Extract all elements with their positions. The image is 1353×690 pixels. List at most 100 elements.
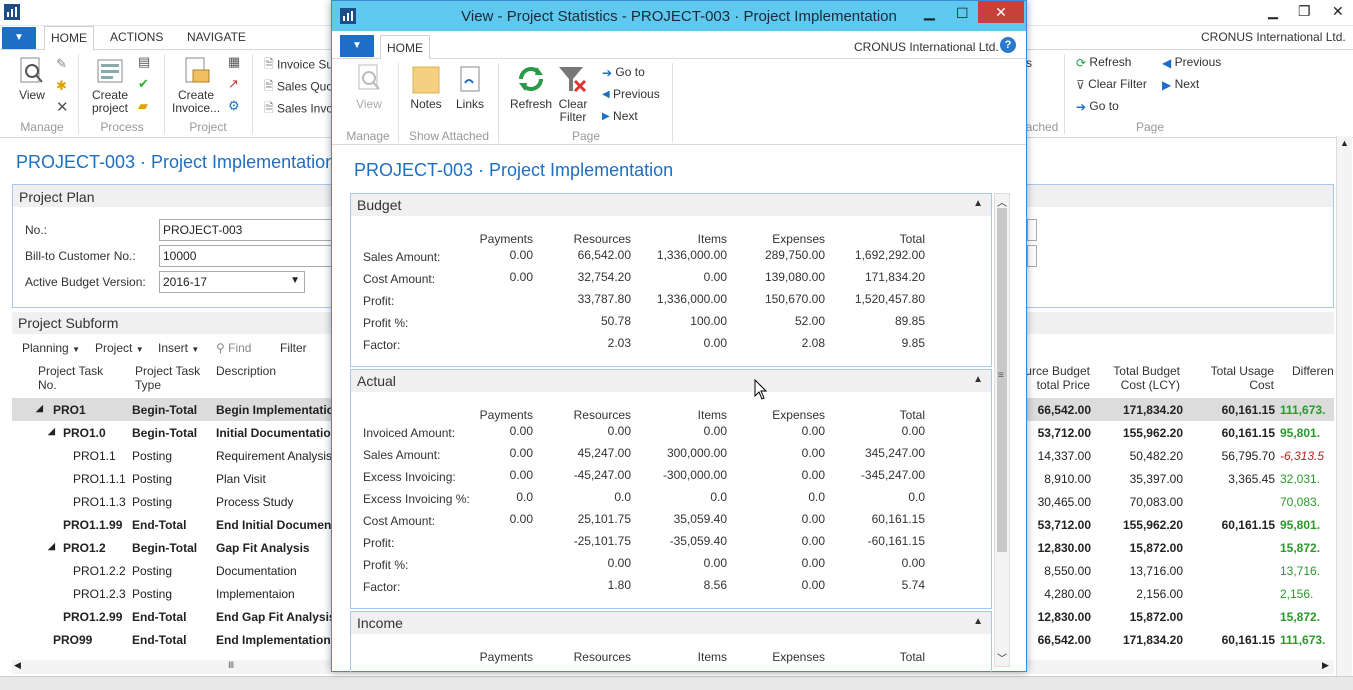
- task-no-cell: PRO1.0: [63, 426, 106, 440]
- col-resource-budget[interactable]: urce Budget total Price: [1020, 364, 1090, 392]
- dialog-previous-button[interactable]: ◀ Previous: [602, 87, 660, 101]
- project-no-field[interactable]: PROJECT-003: [159, 219, 339, 241]
- close-icon[interactable]: ✕: [1332, 3, 1344, 20]
- bill-to-customer-field[interactable]: 10000: [159, 245, 339, 267]
- dialog-clear-filter-button[interactable]: Clear Filter: [554, 63, 592, 124]
- scroll-thumb[interactable]: Ⅲ: [228, 660, 234, 671]
- description-cell: Plan Visit: [216, 472, 266, 486]
- view-button[interactable]: View: [14, 56, 50, 102]
- column-header: Payments: [479, 650, 533, 664]
- find-button[interactable]: ⚲ Find: [216, 341, 251, 355]
- project-menu[interactable]: Project ▼: [95, 341, 144, 355]
- col-total-usage[interactable]: Total Usage Cost: [1198, 364, 1274, 392]
- tab-home[interactable]: HOME: [44, 26, 94, 51]
- dialog-vertical-scrollbar[interactable]: ︿ ≡ ﹀: [994, 193, 1010, 667]
- column-header: Expenses: [772, 232, 825, 246]
- stat-value: 0.00: [703, 424, 727, 438]
- col-task-type[interactable]: Project Task Type: [135, 364, 215, 392]
- stat-row-label: Profit %:: [363, 316, 409, 330]
- sales-invoice-button[interactable]: 🗎 Sales Invo: [264, 99, 333, 120]
- task-type-cell: End-Total: [132, 610, 187, 624]
- collapse-triangle-icon[interactable]: ◢: [36, 403, 43, 414]
- col-total-budget[interactable]: Total Budget Cost (LCY): [1104, 364, 1180, 392]
- delete-icon[interactable]: ✕: [56, 98, 69, 116]
- tab-navigate[interactable]: NAVIGATE: [187, 30, 246, 44]
- scroll-down-icon[interactable]: ﹀: [997, 650, 1007, 665]
- dialog-refresh-button[interactable]: Refresh: [508, 63, 554, 111]
- hidden-field-1[interactable]: [1027, 219, 1037, 241]
- planning-menu[interactable]: Planning ▼: [22, 341, 80, 355]
- stat-value: 0.00: [901, 424, 925, 438]
- app-menu-button[interactable]: ▼: [2, 27, 36, 49]
- maximize-icon[interactable]: ☐: [956, 5, 969, 22]
- folder-icon[interactable]: ▰: [138, 98, 148, 114]
- total-usage-cell: 60,161.15: [1221, 633, 1275, 647]
- notes-button[interactable]: Notes: [408, 63, 444, 111]
- minimize-icon[interactable]: ▁: [1268, 4, 1278, 20]
- restore-icon[interactable]: ❐: [1298, 3, 1311, 20]
- stat-value: 1,692,292.00: [854, 248, 925, 262]
- org-icon[interactable]: ⚙: [228, 98, 240, 114]
- vertical-scrollbar[interactable]: ▲: [1336, 136, 1352, 676]
- tab-actions[interactable]: ACTIONS: [110, 30, 163, 44]
- create-invoice-button[interactable]: Create Invoice...: [172, 56, 220, 115]
- stat-value: 1,520,457.80: [854, 292, 925, 306]
- close-button[interactable]: ✕: [978, 1, 1024, 23]
- create-project-button[interactable]: Create project: [88, 56, 132, 115]
- refresh-button[interactable]: ⟳ Refresh: [1076, 55, 1131, 70]
- filter-button[interactable]: Filter: [280, 341, 307, 355]
- stat-value: 0.00: [703, 336, 727, 350]
- description-cell: Initial Documentatio: [216, 426, 331, 440]
- window-bottom-scrollbar[interactable]: [0, 676, 1353, 690]
- dialog-view-button[interactable]: View: [350, 63, 388, 111]
- new-icon[interactable]: ✱: [56, 78, 67, 94]
- minimize-icon[interactable]: ▁: [924, 4, 935, 21]
- collapse-icon[interactable]: ▲: [973, 374, 983, 385]
- chart-icon[interactable]: ↗: [228, 76, 239, 92]
- dialog-next-button[interactable]: ▶ Next: [602, 109, 638, 123]
- edit-icon[interactable]: ✎: [56, 56, 67, 72]
- scroll-left-icon[interactable]: ◀: [14, 660, 21, 671]
- col-task-no[interactable]: Project Task No.: [38, 364, 118, 392]
- task-type-cell: Begin-Total: [132, 541, 198, 555]
- task-type-cell: Posting: [132, 587, 173, 601]
- income-section-header[interactable]: Income ▲: [351, 612, 991, 634]
- col-description[interactable]: Description: [216, 364, 276, 378]
- goto-button[interactable]: ➔ Go to: [1076, 99, 1119, 114]
- collapse-triangle-icon[interactable]: ◢: [48, 541, 55, 552]
- hidden-field-2[interactable]: [1027, 245, 1037, 267]
- dialog-app-menu-button[interactable]: ▼: [340, 35, 374, 57]
- previous-button[interactable]: ◀ Previous: [1162, 55, 1221, 70]
- actual-section-header[interactable]: Actual ▲: [351, 370, 991, 392]
- col-difference[interactable]: Differen: [1292, 364, 1334, 378]
- collapse-icon[interactable]: ▲: [973, 198, 983, 209]
- scroll-up-icon[interactable]: ︿: [997, 194, 1007, 209]
- page-title: PROJECT-003 · Project Implementation: [16, 152, 336, 172]
- collapse-triangle-icon[interactable]: ◢: [48, 426, 55, 437]
- budget-version-select[interactable]: 2016-17 ▼: [159, 271, 305, 293]
- clear-filter-icon: ⊽: [1076, 77, 1085, 92]
- total-budget-cell: 155,962.20: [1122, 518, 1183, 532]
- project-card-icon[interactable]: ▤: [138, 54, 150, 70]
- report-icon[interactable]: ▦: [228, 54, 240, 70]
- sales-quote-button[interactable]: 🗎 Sales Quo: [264, 77, 333, 98]
- column-header: Resources: [573, 232, 631, 246]
- help-icon[interactable]: ?: [1000, 37, 1016, 53]
- scroll-up-icon[interactable]: ▲: [1340, 138, 1349, 148]
- group-label-attached: ached: [1025, 120, 1059, 134]
- previous-icon: ◀: [1162, 55, 1172, 70]
- dialog-goto-button[interactable]: ➔ Go to: [602, 65, 645, 80]
- insert-menu[interactable]: Insert ▼: [158, 341, 199, 355]
- invoice-summary-button[interactable]: 🗎 Invoice Su: [264, 55, 333, 76]
- clear-filter-button[interactable]: ⊽ Clear Filter: [1076, 77, 1147, 92]
- budget-section-header[interactable]: Budget ▲: [351, 194, 991, 216]
- next-button[interactable]: ▶ Next: [1162, 77, 1199, 92]
- scroll-right-icon[interactable]: ▶: [1322, 660, 1329, 671]
- create-invoice-icon: [185, 57, 210, 83]
- links-button[interactable]: Links: [452, 63, 488, 111]
- stat-value: 1.80: [607, 578, 631, 592]
- stat-value: 139,080.00: [764, 270, 825, 284]
- check-icon[interactable]: ✔: [138, 76, 149, 92]
- collapse-icon[interactable]: ▲: [973, 616, 983, 627]
- dialog-tab-home[interactable]: HOME: [380, 35, 430, 60]
